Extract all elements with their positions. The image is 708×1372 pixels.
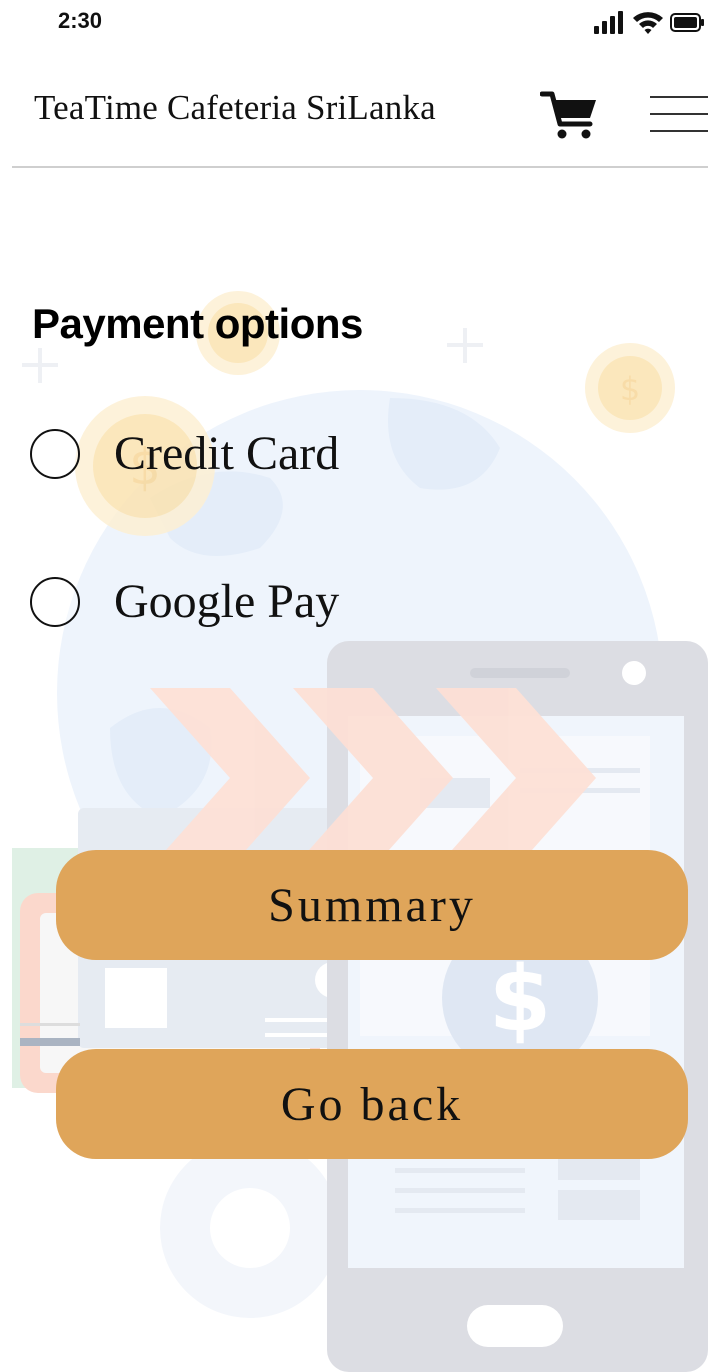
go-back-button[interactable]: Go back xyxy=(56,1049,688,1159)
radio-button[interactable] xyxy=(30,577,80,627)
radio-option-google-pay[interactable]: Google Pay xyxy=(30,573,430,633)
radio-label: Credit Card xyxy=(114,427,340,480)
radio-option-credit-card[interactable]: Credit Card xyxy=(30,425,430,485)
radio-label: Google Pay xyxy=(114,575,340,628)
section-title: Payment options xyxy=(32,300,363,347)
summary-button[interactable]: Summary xyxy=(56,850,688,960)
payment-options-page: Payment options Credit Card Google Pay S… xyxy=(0,0,708,1372)
radio-button[interactable] xyxy=(30,429,80,479)
